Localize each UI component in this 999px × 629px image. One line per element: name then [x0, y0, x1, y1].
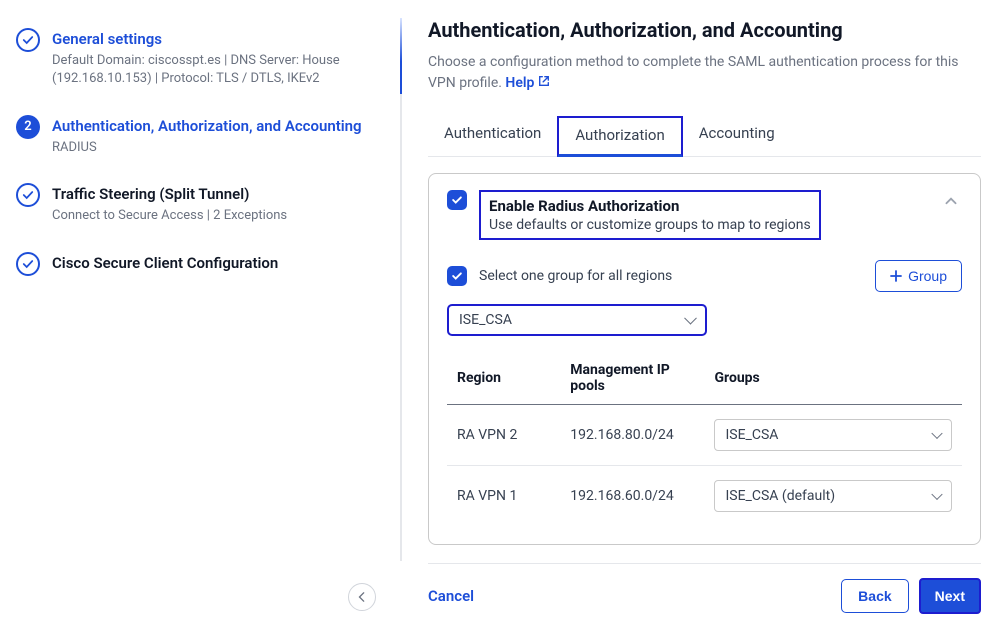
cell-region: RA VPN 2: [447, 405, 560, 466]
tab-authentication[interactable]: Authentication: [428, 116, 557, 156]
enable-radius-header: Enable Radius Authorization Use defaults…: [479, 190, 821, 240]
th-pools: Management IP pools: [560, 354, 704, 405]
step-traffic-steering[interactable]: Traffic Steering (Split Tunnel) Connect …: [12, 183, 388, 225]
step-subtitle: RADIUS: [52, 139, 362, 157]
cell-region: RA VPN 1: [447, 466, 560, 527]
add-group-button[interactable]: Group: [875, 260, 962, 292]
back-button[interactable]: Back: [841, 579, 908, 613]
check-icon: [16, 28, 40, 52]
step-number-icon: 2: [16, 115, 40, 139]
step-title[interactable]: Traffic Steering (Split Tunnel): [52, 184, 287, 204]
step-client-config[interactable]: Cisco Secure Client Configuration: [12, 252, 388, 276]
chevron-up-icon[interactable]: [940, 190, 962, 212]
step-title[interactable]: General settings: [52, 29, 362, 49]
step-general-settings[interactable]: General settings Default Domain: ciscoss…: [12, 28, 388, 89]
collapse-sidebar-button[interactable]: [348, 583, 376, 611]
page-title: Authentication, Authorization, and Accou…: [428, 18, 981, 42]
global-group-select[interactable]: ISE_CSA: [447, 304, 707, 336]
external-link-icon: [538, 75, 550, 87]
cell-pool: 192.168.80.0/24: [560, 405, 704, 466]
help-link[interactable]: Help: [505, 75, 550, 91]
step-aaa[interactable]: 2 Authentication, Authorization, and Acc…: [12, 115, 388, 157]
th-groups: Groups: [704, 354, 962, 405]
authorization-panel: Enable Radius Authorization Use defaults…: [428, 173, 981, 545]
plus-icon: [890, 270, 902, 282]
step-title[interactable]: Cisco Secure Client Configuration: [52, 253, 278, 273]
wizard-sidebar: General settings Default Domain: ciscoss…: [0, 0, 400, 629]
add-group-label: Group: [908, 268, 947, 284]
row-group-select[interactable]: ISE_CSA (default): [714, 480, 952, 512]
main-content: Authentication, Authorization, and Accou…: [402, 0, 999, 629]
enable-radius-sub: Use defaults or customize groups to map …: [489, 217, 811, 233]
step-subtitle: Connect to Secure Access | 2 Exceptions: [52, 207, 287, 225]
step-subtitle: Default Domain: ciscosspt.es | DNS Serve…: [52, 52, 362, 88]
row-group-select[interactable]: ISE_CSA: [714, 419, 952, 451]
th-region: Region: [447, 354, 560, 405]
page-description: Choose a configuration method to complet…: [428, 52, 981, 94]
step-title[interactable]: Authentication, Authorization, and Accou…: [52, 116, 362, 136]
enable-radius-checkbox[interactable]: [447, 190, 467, 210]
tab-bar: Authentication Authorization Accounting: [428, 116, 981, 157]
check-icon: [16, 183, 40, 207]
select-one-group-label: Select one group for all regions: [479, 268, 672, 284]
tab-accounting[interactable]: Accounting: [683, 116, 791, 156]
help-link-label: Help: [505, 75, 534, 91]
region-groups-table: Region Management IP pools Groups RA VPN…: [447, 354, 962, 526]
select-one-group-checkbox[interactable]: [447, 266, 467, 286]
cell-pool: 192.168.60.0/24: [560, 466, 704, 527]
next-button[interactable]: Next: [919, 578, 981, 614]
table-row: RA VPN 2 192.168.80.0/24 ISE_CSA: [447, 405, 962, 466]
cancel-button[interactable]: Cancel: [428, 587, 474, 605]
table-row: RA VPN 1 192.168.60.0/24 ISE_CSA (defaul…: [447, 466, 962, 527]
wizard-footer: Cancel Back Next: [428, 563, 981, 628]
check-icon: [16, 252, 40, 276]
enable-radius-title: Enable Radius Authorization: [489, 197, 811, 215]
tab-authorization[interactable]: Authorization: [557, 116, 682, 157]
